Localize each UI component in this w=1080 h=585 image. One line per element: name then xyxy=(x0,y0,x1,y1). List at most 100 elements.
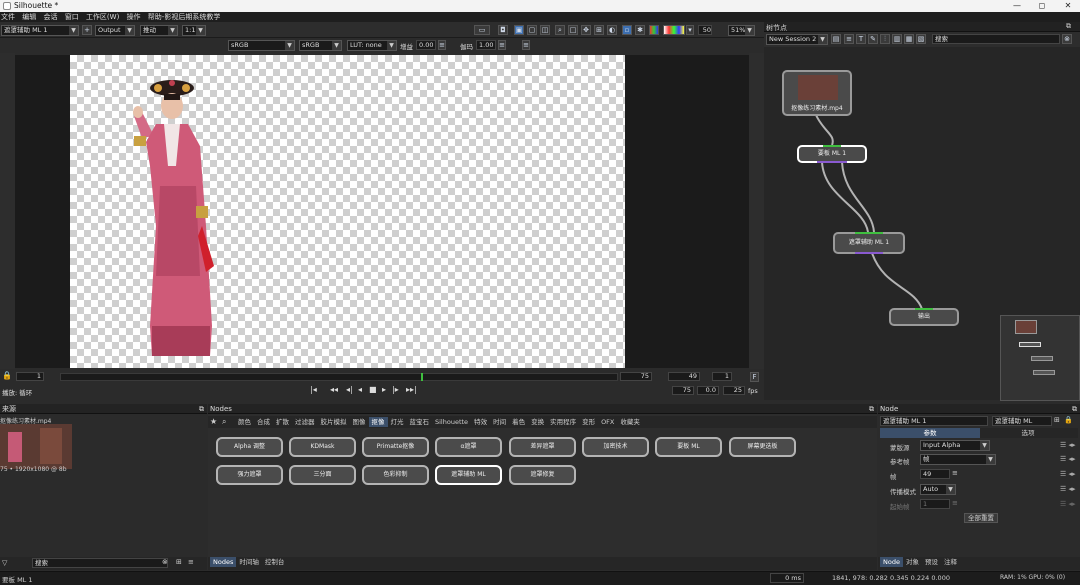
add-view-button[interactable]: + xyxy=(82,25,92,35)
overlay-icon[interactable]: ⊞ xyxy=(594,25,604,35)
panel-float-icon[interactable]: ⧉ xyxy=(869,404,874,414)
search-icon[interactable]: ⌕ xyxy=(555,25,565,35)
node-button-primatte[interactable]: Primatte抠像 xyxy=(362,437,429,457)
frame-field[interactable]: 49 xyxy=(920,469,950,479)
tab-sapphire[interactable]: 蓝宝石 xyxy=(407,417,433,427)
next-key-icon[interactable]: ▸▸| xyxy=(406,385,417,394)
menu-session[interactable]: 会话 xyxy=(42,12,61,22)
region-icon[interactable]: □ xyxy=(568,25,578,35)
start-frame-field[interactable]: 1 xyxy=(16,372,44,381)
frame-mode-button[interactable]: F xyxy=(750,372,759,382)
start-frame-menu-icon[interactable]: ≡ xyxy=(952,499,958,507)
tree-paint-icon[interactable]: ✎ xyxy=(868,34,878,44)
node-button-color-suppress[interactable]: 色彩抑制 xyxy=(362,465,429,485)
tab-silhouette[interactable]: Silhouette xyxy=(432,417,471,427)
tab-color[interactable]: 颜色 xyxy=(235,417,254,427)
keyframe-icon[interactable]: ☰ ◂▸ xyxy=(1060,485,1076,493)
keyframe-icon[interactable]: ☰ ◂▸ xyxy=(1060,470,1076,478)
options-menu-icon[interactable]: ≡ xyxy=(522,40,530,50)
frame-menu-icon[interactable]: ≡ xyxy=(952,469,958,477)
fit-icon[interactable]: ✥ xyxy=(581,25,591,35)
out-frame-field[interactable]: 75 xyxy=(672,386,694,395)
step-forward-icon[interactable]: |▸ xyxy=(392,385,399,394)
matte-source-select[interactable]: Input Alpha ▼ xyxy=(920,440,990,451)
gain-field[interactable]: 0.00 xyxy=(416,40,436,50)
tab-film[interactable]: 胶片模拟 xyxy=(318,417,350,427)
ratio-select[interactable]: 1:1 ▼ xyxy=(182,25,206,36)
clear-search-icon[interactable]: ⊗ xyxy=(162,558,168,566)
tab-node[interactable]: Node xyxy=(880,557,903,567)
node-button-roto-ml[interactable]: 要板 ML xyxy=(655,437,722,457)
tab-notes[interactable]: 注释 xyxy=(941,557,960,567)
menu-workspace[interactable]: 工作区(W) xyxy=(85,12,123,22)
list-view-icon[interactable]: ≡ xyxy=(188,558,194,566)
minimize-button[interactable]: — xyxy=(1005,0,1029,12)
clear-search-icon[interactable]: ⊗ xyxy=(1062,34,1072,44)
gamma-menu-icon[interactable]: ≡ xyxy=(498,40,506,50)
play-icon[interactable]: ▸ xyxy=(382,385,386,394)
tab-timeline[interactable]: 时间轴 xyxy=(236,557,262,567)
clip-thumbnail[interactable] xyxy=(0,424,72,469)
roto-node[interactable]: 要板 ML 1 xyxy=(797,145,867,163)
goto-start-icon[interactable]: |◂ xyxy=(310,385,317,394)
gamma-field[interactable]: 1.00 xyxy=(476,40,496,50)
tab-options[interactable]: 选项 xyxy=(980,428,1076,438)
node-button-kdmask[interactable]: KDMask xyxy=(289,437,356,457)
keyframe-icon[interactable]: ☰ ◂▸ xyxy=(1060,441,1076,449)
tab-ofx[interactable]: OFX xyxy=(598,417,617,427)
ref-frame-select[interactable]: 帧 ▼ xyxy=(920,454,996,465)
colorspace-out-select[interactable]: sRGB ▼ xyxy=(299,40,342,51)
current-frame-field[interactable]: 49 xyxy=(668,372,700,381)
maximize-button[interactable]: ◻ xyxy=(1030,0,1054,12)
tree-search-input[interactable]: 搜索 xyxy=(932,34,1060,44)
tab-keying[interactable]: 抠像 xyxy=(368,417,388,427)
keyframe-icon[interactable]: ☰ ◂▸ xyxy=(1060,455,1076,463)
panel-float-icon[interactable]: ⧉ xyxy=(1066,22,1071,31)
track-select[interactable]: 推动 ▼ xyxy=(140,25,178,36)
node-button-matte-repair[interactable]: 遮罩修复 xyxy=(509,465,576,485)
tab-favorites[interactable]: 收藏夹 xyxy=(617,417,643,427)
tab-params[interactable]: 参数 xyxy=(880,428,980,438)
node-minimap[interactable] xyxy=(1000,315,1080,401)
propagation-mode-select[interactable]: Auto ▼ xyxy=(920,484,956,495)
tab-console[interactable]: 控制台 xyxy=(262,557,288,567)
node-select[interactable]: 遮罩辅助 ML 1 ▼ xyxy=(1,25,79,36)
tab-effects[interactable]: 特效 xyxy=(471,417,490,427)
mask-icon[interactable]: ◐ xyxy=(607,25,617,35)
tab-objects[interactable]: 对象 xyxy=(903,557,922,567)
menu-edit[interactable]: 编辑 xyxy=(21,12,40,22)
tree-group-icon[interactable]: ▧ xyxy=(916,34,926,44)
matte-assist-node[interactable]: 遮罩辅助 ML 1 xyxy=(833,232,905,254)
grid-view-icon[interactable]: ⊞ xyxy=(176,558,182,566)
menu-help[interactable]: 帮助-影视后期系统教学 xyxy=(147,12,225,22)
close-button[interactable]: ✕ xyxy=(1056,0,1080,12)
lut-select[interactable]: LUT: none ▼ xyxy=(347,40,397,51)
session-select[interactable]: New Session 2 ▼ xyxy=(766,34,828,45)
lock-icon[interactable]: 🔒 xyxy=(2,371,12,380)
end-frame-field[interactable]: 75 xyxy=(620,372,652,381)
zoom-field[interactable]: 50 xyxy=(698,25,712,35)
tab-light[interactable]: 灯光 xyxy=(388,417,407,427)
lock-icon[interactable]: 🔒 xyxy=(1064,416,1073,424)
playback-mode-label[interactable]: 播放: 循环 xyxy=(2,387,32,397)
panel-float-icon[interactable]: ⧉ xyxy=(199,404,204,414)
tab-diffuse[interactable]: 扩散 xyxy=(273,417,292,427)
output-node[interactable]: 输出 xyxy=(889,308,959,326)
favorite-icon[interactable]: ★ xyxy=(210,417,217,426)
tab-image[interactable]: 图像 xyxy=(350,417,369,427)
tab-filter[interactable]: 过滤器 xyxy=(292,417,318,427)
tab-shading[interactable]: 着色 xyxy=(509,417,528,427)
node-button-power-matte[interactable]: 强力遮罩 xyxy=(216,465,283,485)
node-button-tri-split[interactable]: 三分面 xyxy=(289,465,356,485)
playhead[interactable] xyxy=(421,373,423,381)
add-icon[interactable]: ⊞ xyxy=(1054,416,1060,424)
gain-menu-icon[interactable]: ≡ xyxy=(438,40,446,50)
view-mode-icon[interactable]: ▢ xyxy=(527,25,537,35)
menu-window[interactable]: 窗口 xyxy=(64,12,83,22)
menu-file[interactable]: 文件 xyxy=(0,12,19,22)
speed-field[interactable]: 0.0 xyxy=(697,386,719,395)
tab-warp[interactable]: 变形 xyxy=(579,417,598,427)
keyframe-icon[interactable]: ☰ ◂▸ xyxy=(1060,500,1076,508)
zoom-select[interactable]: 51% ▼ xyxy=(728,25,755,36)
node-button-diff-matte[interactable]: 差异遮罩 xyxy=(509,437,576,457)
